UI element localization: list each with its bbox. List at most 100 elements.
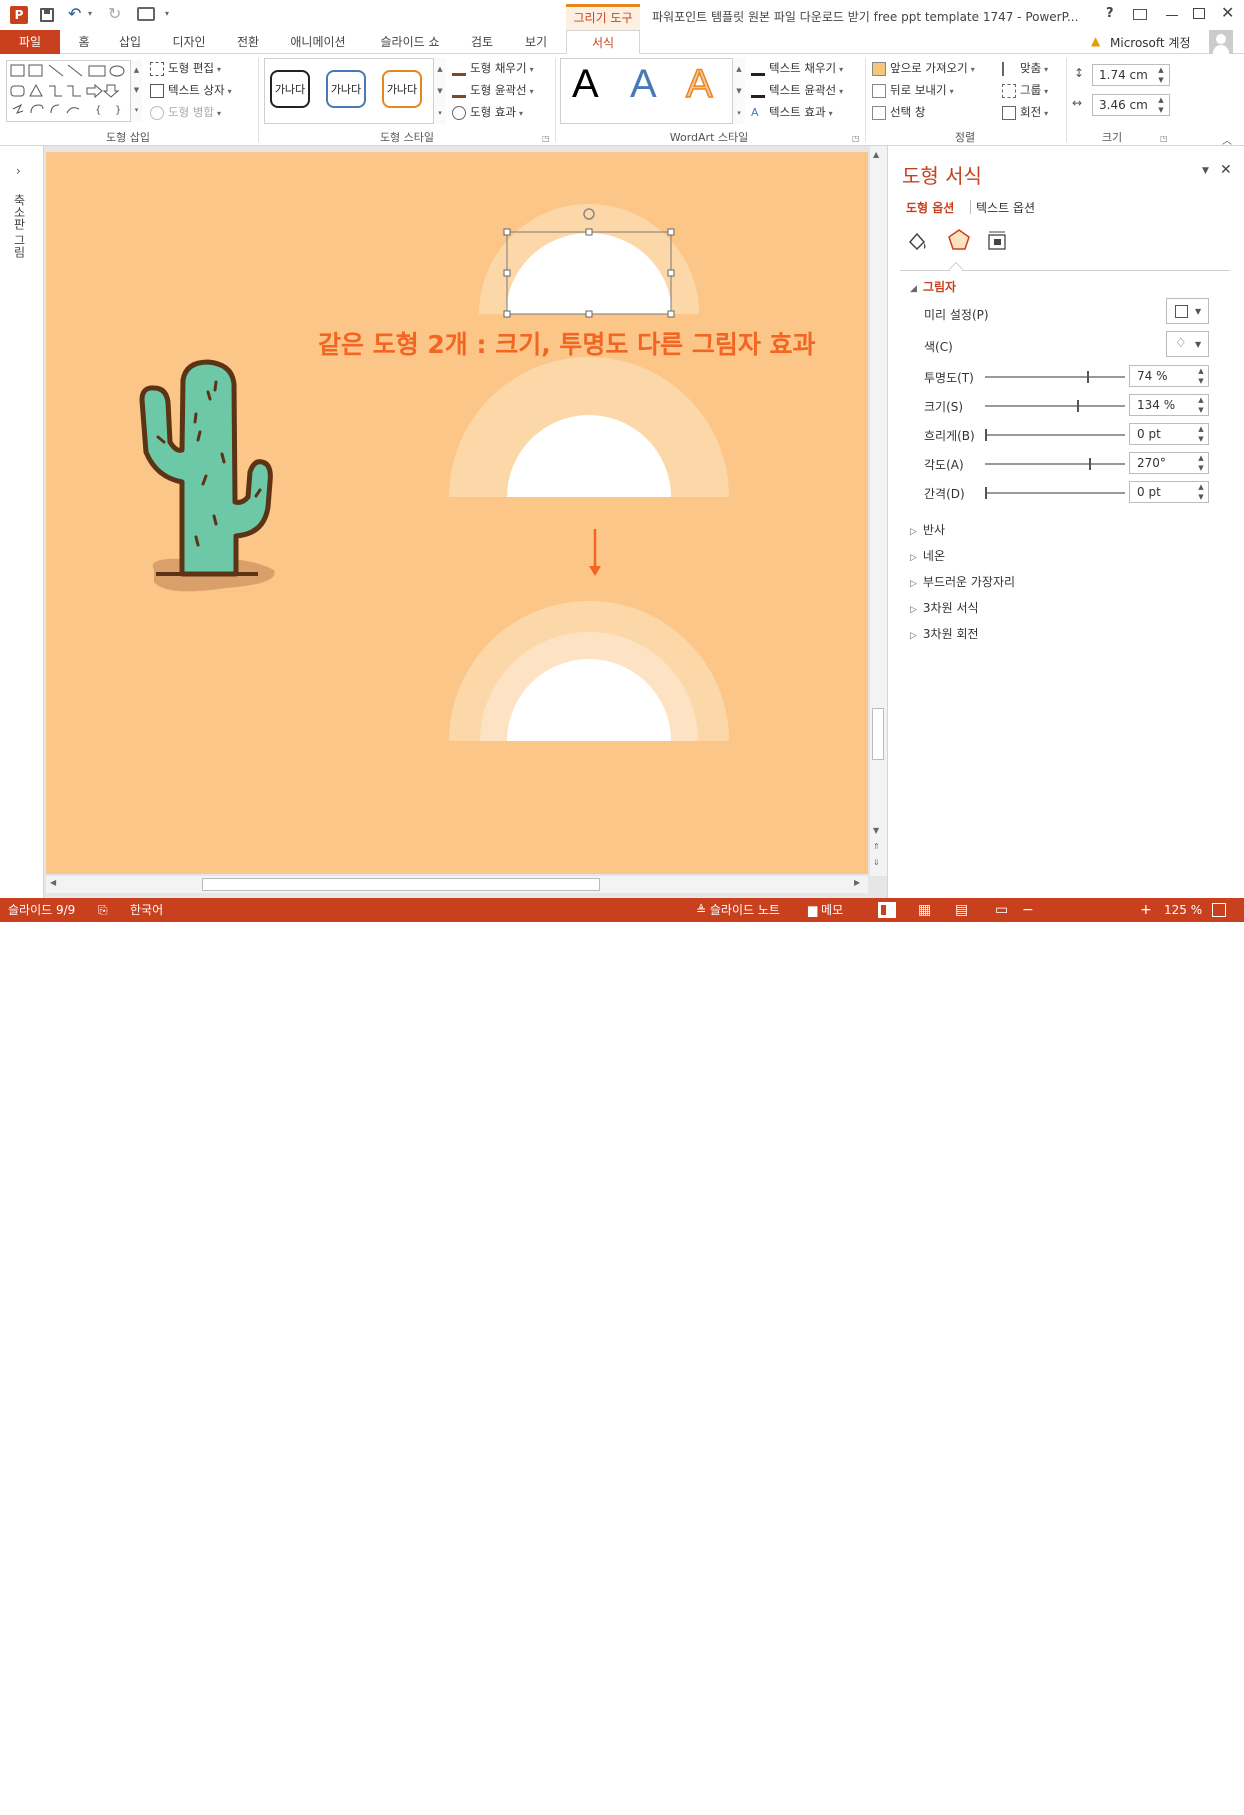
tab-view[interactable]: 보기	[514, 30, 558, 54]
tab-review[interactable]: 검토	[462, 30, 502, 54]
slide-counter[interactable]: 슬라이드 9/9	[8, 898, 75, 922]
fit-to-window-icon[interactable]	[1212, 903, 1226, 917]
shape-style-sample-2[interactable]: 가나다	[326, 70, 366, 108]
collapse-ribbon-icon[interactable]: ︿	[1222, 132, 1232, 147]
undo-icon[interactable]: ↶	[68, 4, 81, 23]
transparency-slider-thumb[interactable]	[1087, 371, 1089, 383]
selection-pane-button[interactable]: 선택 창	[872, 102, 925, 122]
reading-view-icon[interactable]: ▤	[955, 898, 968, 922]
vertical-scrollbar[interactable]: ▲ ▼ ⇑ ⇓	[870, 146, 887, 876]
presentation-icon[interactable]	[137, 7, 155, 21]
zoom-level[interactable]: 125 %	[1164, 898, 1202, 922]
tab-text-options[interactable]: 텍스트 옵션	[976, 199, 1035, 216]
comments-button[interactable]: ▆ 메모	[808, 898, 843, 922]
blur-slider-thumb[interactable]	[985, 429, 987, 441]
fill-line-icon[interactable]	[906, 230, 928, 252]
shape-height-input[interactable]: 1.74 cm ▲ ▼	[1092, 64, 1170, 86]
blur-slider[interactable]	[985, 429, 1125, 441]
text-fill-button[interactable]: 텍스트 채우기 ▾	[751, 58, 843, 78]
scroll-left-icon[interactable]: ◀	[50, 878, 56, 887]
angle-slider-thumb[interactable]	[1089, 458, 1091, 470]
shape-style-scroll[interactable]: ▲ ▼ ▾	[433, 58, 446, 124]
section-soft-edges[interactable]: ▷ 부드러운 가장자리	[910, 573, 1015, 590]
slide-canvas[interactable]: 같은 도형 2개 : 크기, 투명도 다른 그림자 효과	[46, 152, 868, 874]
tab-shape-options[interactable]: 도형 옵션	[906, 199, 954, 216]
zoom-in-icon[interactable]: +	[1140, 898, 1152, 922]
slideshow-view-icon[interactable]: ▭	[995, 898, 1008, 922]
group-button[interactable]: 그룹 ▾	[1002, 80, 1048, 100]
account-label[interactable]: Microsoft 계정	[1110, 34, 1191, 51]
normal-view-icon[interactable]	[878, 902, 896, 918]
section-reflection[interactable]: ▷ 반사	[910, 521, 945, 538]
distance-slider-thumb[interactable]	[985, 487, 987, 499]
undo-dropdown-icon[interactable]: ▾	[88, 9, 92, 18]
distance-slider[interactable]	[985, 487, 1125, 499]
expand-thumbnails-icon[interactable]: ›	[16, 164, 21, 178]
tab-slideshow[interactable]: 슬라이드 쇼	[368, 30, 452, 54]
zoom-slider-thumb[interactable]	[1087, 1801, 1091, 1815]
scroll-right-icon[interactable]: ▶	[854, 878, 860, 887]
transparency-input[interactable]: 74 % ▲ ▼	[1129, 365, 1209, 387]
vertical-scroll-thumb[interactable]	[872, 708, 884, 760]
maximize-icon[interactable]	[1193, 8, 1205, 19]
scroll-up-icon[interactable]: ▲	[873, 150, 879, 159]
wordart-sample-black[interactable]: A	[572, 62, 599, 107]
section-3d-rotation[interactable]: ▷ 3차원 회전	[910, 625, 979, 642]
color-dropdown[interactable]: ♢ ▼	[1166, 331, 1209, 357]
horizontal-scroll-thumb[interactable]	[202, 878, 600, 891]
wordart-sample-blue[interactable]: A	[630, 62, 657, 107]
angle-input[interactable]: 270° ▲ ▼	[1129, 452, 1209, 474]
spell-check-icon[interactable]: ⎘	[98, 898, 108, 922]
previous-slide-icon[interactable]: ⇑	[873, 842, 880, 851]
rotate-button[interactable]: 회전 ▾	[1002, 102, 1048, 122]
shape-styles-launcher-icon[interactable]: ◳	[542, 134, 550, 143]
distance-input[interactable]: 0 pt ▲ ▼	[1129, 481, 1209, 503]
ribbon-display-options-icon[interactable]	[1133, 9, 1147, 20]
shape-gallery[interactable]: {}	[6, 60, 142, 122]
angle-slider[interactable]	[985, 458, 1125, 470]
close-icon[interactable]: ✕	[1221, 3, 1234, 22]
notes-button[interactable]: ≜ 슬라이드 노트	[696, 898, 780, 922]
shape-fill-button[interactable]: 도형 채우기 ▾	[452, 58, 534, 78]
redo-icon[interactable]: ↻	[108, 4, 121, 23]
save-icon[interactable]	[40, 8, 54, 22]
bring-forward-button[interactable]: 앞으로 가져오기 ▾	[872, 58, 975, 78]
tab-transitions[interactable]: 전환	[226, 30, 270, 54]
section-shadow[interactable]: ◢ 그림자	[910, 278, 956, 295]
shape-outline-button[interactable]: 도형 윤곽선 ▾	[452, 80, 534, 100]
size-slider-thumb[interactable]	[1077, 400, 1079, 412]
effects-icon[interactable]	[947, 228, 971, 252]
tab-format[interactable]: 서식	[566, 30, 640, 54]
scroll-down-icon[interactable]: ▼	[873, 826, 879, 835]
zoom-out-icon[interactable]: −	[1022, 898, 1034, 922]
shape-effects-button[interactable]: 도형 효과 ▾	[452, 102, 523, 122]
tab-file[interactable]: 파일	[0, 30, 60, 54]
avatar[interactable]	[1209, 30, 1233, 54]
help-icon[interactable]: ?	[1106, 6, 1114, 21]
blur-input[interactable]: 0 pt ▲ ▼	[1129, 423, 1209, 445]
size-slider[interactable]	[985, 400, 1125, 412]
align-button[interactable]: 맞춤 ▾	[1002, 58, 1048, 78]
text-effects-button[interactable]: A 텍스트 효과 ▾	[751, 102, 833, 122]
next-slide-icon[interactable]: ⇓	[873, 858, 880, 867]
tab-animations[interactable]: 애니메이션	[280, 30, 356, 54]
shape-width-input[interactable]: 3.46 cm ▲ ▼	[1092, 94, 1170, 116]
thumbnail-panel-label[interactable]: 축소판 그림	[12, 194, 28, 258]
wordart-launcher-icon[interactable]: ◳	[852, 134, 860, 143]
slide-sorter-icon[interactable]: ▦	[918, 898, 931, 922]
size-launcher-icon[interactable]: ◳	[1160, 134, 1168, 143]
wordart-sample-orange[interactable]: A	[685, 61, 713, 107]
wordart-scroll[interactable]: ▲ ▼ ▾	[732, 58, 745, 124]
edit-shape-button[interactable]: 도형 편집 ▾	[150, 58, 221, 78]
tab-home[interactable]: 홈	[64, 30, 104, 54]
minimize-icon[interactable]	[1166, 15, 1178, 16]
preset-dropdown[interactable]: ▼	[1166, 298, 1209, 324]
section-glow[interactable]: ▷ 네온	[910, 547, 945, 564]
transparency-slider[interactable]	[985, 371, 1125, 383]
text-box-button[interactable]: 텍스트 상자 ▾	[150, 80, 232, 100]
tab-design[interactable]: 디자인	[164, 30, 214, 54]
pane-options-dropdown-icon[interactable]: ▼	[1202, 166, 1209, 176]
text-outline-button[interactable]: 텍스트 윤곽선 ▾	[751, 80, 843, 100]
pane-close-icon[interactable]: ✕	[1220, 162, 1232, 178]
shape-gallery-scroll[interactable]: ▲ ▼ ▾	[130, 60, 142, 122]
